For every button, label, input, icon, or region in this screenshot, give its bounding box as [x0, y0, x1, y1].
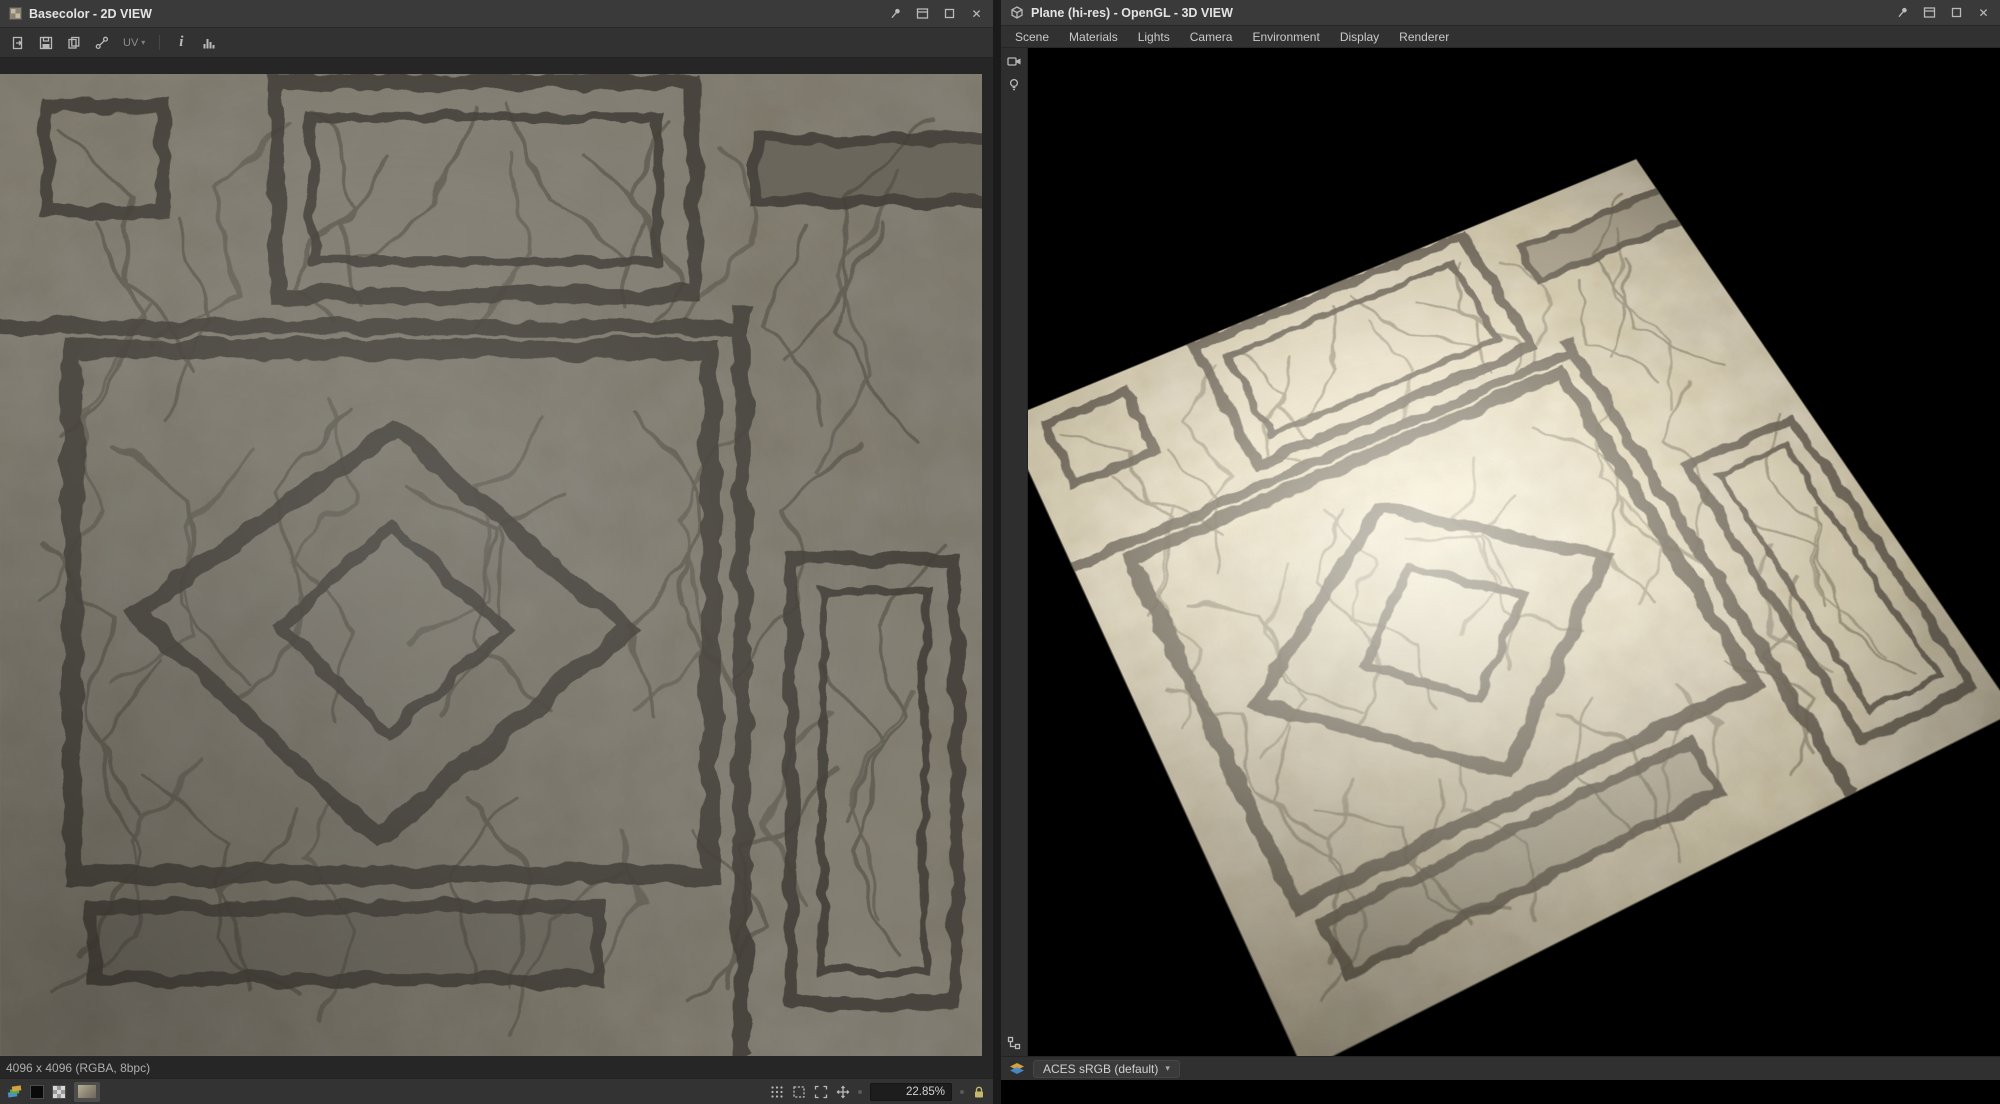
menu-item-display[interactable]: Display	[1330, 26, 1389, 48]
pin-icon[interactable]	[1895, 5, 1910, 20]
pin-icon[interactable]	[888, 6, 903, 21]
texture-preview-thumbnail	[78, 1085, 96, 1098]
color-profile-icon	[1009, 1062, 1025, 1076]
histogram-icon[interactable]	[197, 32, 221, 54]
grid-snap-icon[interactable]	[770, 1085, 784, 1099]
separator-dot	[960, 1090, 964, 1094]
menubar-3d: Scene Materials Lights Camera Environmen…	[1001, 26, 2000, 48]
uv-label: UV	[123, 37, 138, 49]
uv-mode-dropdown[interactable]: UV ▾	[118, 37, 150, 49]
chevron-down-icon: ▾	[1165, 1063, 1170, 1074]
chevron-down-icon: ▾	[141, 38, 145, 47]
separator-dot	[858, 1090, 862, 1094]
window-controls-2d: ✕	[888, 6, 984, 21]
lock-zoom-icon[interactable]	[972, 1085, 986, 1099]
maximize-icon[interactable]	[942, 6, 957, 21]
bottombar-2d: 22.85%	[0, 1078, 993, 1104]
texture-preview-button[interactable]	[74, 1082, 100, 1102]
fit-view-icon[interactable]	[814, 1085, 828, 1099]
texture-thumbnail-icon	[9, 7, 22, 20]
panel-3d-view: Plane (hi-res) - OpenGL - 3D VIEW ✕ Scen…	[1001, 0, 2000, 1104]
camera-icon[interactable]	[1007, 55, 1022, 68]
panel-title-2d: Basecolor - 2D VIEW	[29, 7, 152, 21]
menu-item-renderer[interactable]: Renderer	[1389, 26, 1459, 48]
toolbar-separator	[159, 35, 160, 50]
dock-panel-icon[interactable]	[915, 6, 930, 21]
menu-item-lights[interactable]: Lights	[1128, 26, 1180, 48]
cube-icon	[1010, 6, 1024, 20]
viewport-2d[interactable]: 4096 x 4096 (RGBA, 8bpc)	[0, 58, 993, 1078]
save-icon[interactable]	[34, 32, 58, 54]
colorspace-label: ACES sRGB (default)	[1043, 1062, 1158, 1076]
channels-stack-icon[interactable]	[7, 1084, 22, 1099]
close-icon[interactable]: ✕	[1976, 5, 1991, 20]
menu-item-scene[interactable]: Scene	[1005, 26, 1059, 48]
menu-item-environment[interactable]: Environment	[1242, 26, 1329, 48]
background-black-swatch[interactable]	[30, 1085, 44, 1099]
colorspace-dropdown[interactable]: ACES sRGB (default) ▾	[1033, 1060, 1180, 1078]
bottom-strip	[1001, 1080, 2000, 1104]
menu-item-materials[interactable]: Materials	[1059, 26, 1128, 48]
menu-item-camera[interactable]: Camera	[1180, 26, 1243, 48]
panel-splitter[interactable]	[993, 0, 1001, 1104]
left-rail-3d	[1001, 48, 1028, 1056]
app-window: Basecolor - 2D VIEW ✕	[0, 0, 2000, 1104]
pan-icon[interactable]	[836, 1085, 850, 1099]
color-management-bar: ACES sRGB (default) ▾	[1001, 1056, 2000, 1080]
send-to-graph-icon[interactable]	[90, 32, 114, 54]
duplicate-icon[interactable]	[62, 32, 86, 54]
light-bulb-icon[interactable]	[1007, 78, 1021, 92]
background-checker-swatch[interactable]	[52, 1085, 66, 1099]
panel-title-3d: Plane (hi-res) - OpenGL - 3D VIEW	[1031, 6, 1233, 20]
maximize-icon[interactable]	[1949, 5, 1964, 20]
dock-panel-icon[interactable]	[1922, 5, 1937, 20]
info-icon[interactable]: i	[169, 32, 193, 54]
plane-mesh	[1028, 160, 2000, 1056]
texture-resolution-status: 4096 x 4096 (RGBA, 8bpc)	[6, 1061, 150, 1075]
titlebar-2d: Basecolor - 2D VIEW ✕	[0, 0, 993, 28]
scene-hierarchy-icon[interactable]	[1007, 1036, 1021, 1050]
panel-2d-view: Basecolor - 2D VIEW ✕	[0, 0, 993, 1104]
close-icon[interactable]: ✕	[969, 6, 984, 21]
viewport-3d[interactable]	[1028, 48, 2000, 1056]
zoom-level-input[interactable]: 22.85%	[870, 1083, 952, 1101]
export-image-icon[interactable]	[6, 32, 30, 54]
window-controls-3d: ✕	[1895, 5, 1991, 20]
content-3d	[1001, 48, 2000, 1056]
texture-2d-image	[0, 74, 982, 1056]
titlebar-3d: Plane (hi-res) - OpenGL - 3D VIEW ✕	[1001, 0, 2000, 26]
bottombar-2d-right: 22.85%	[770, 1083, 986, 1101]
transform-icon[interactable]	[792, 1085, 806, 1099]
toolbar-2d: UV ▾ i	[0, 28, 993, 58]
